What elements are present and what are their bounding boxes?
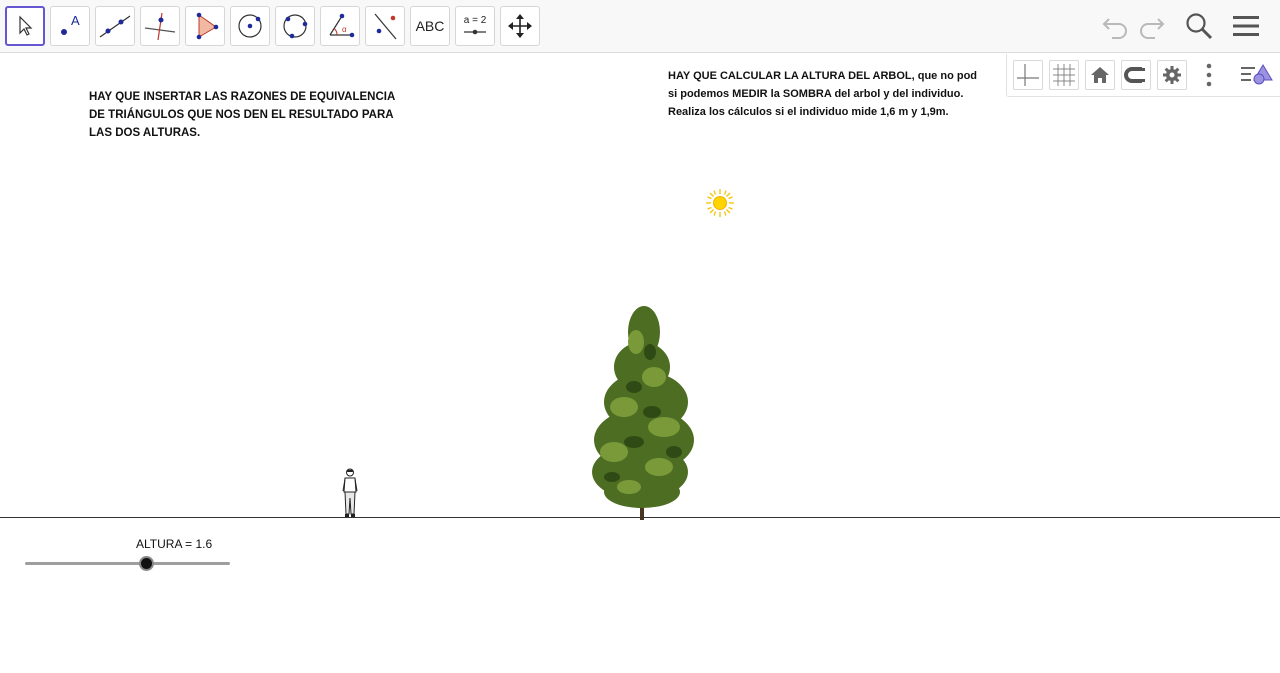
- standard-view-button[interactable]: [1085, 60, 1115, 90]
- perpendicular-line-icon: [144, 12, 176, 41]
- sun-image: [706, 189, 734, 217]
- reflect-tool-button[interactable]: [365, 6, 405, 46]
- text-tool-button[interactable]: ABC: [410, 6, 450, 46]
- undo-button[interactable]: [1098, 9, 1132, 43]
- redo-button[interactable]: [1135, 9, 1169, 43]
- note-right-line: Realiza los cálculos si el individuo mid…: [668, 106, 949, 118]
- note-right-line: HAY QUE CALCULAR LA ALTURA DEL ARBOL, qu…: [668, 70, 978, 82]
- svg-text:α: α: [342, 25, 347, 34]
- grid-icon: [1053, 64, 1075, 86]
- angle-tool-button[interactable]: α: [320, 6, 360, 46]
- more-icon: [1206, 63, 1212, 87]
- note-right-line: si podemos MEDIR la SOMBRA del arbol y d…: [668, 88, 964, 100]
- note-left: HAY QUE INSERTAR LAS RAZONES DE EQUIVALE…: [89, 88, 395, 142]
- polygon-icon: [196, 12, 219, 40]
- more-options-button[interactable]: [1199, 62, 1219, 88]
- cursor-icon: [19, 15, 33, 36]
- toolbar: A α ABC a = 2: [0, 0, 1280, 53]
- note-left-line: LAS DOS ALTURAS.: [89, 127, 201, 139]
- point-icon: A: [61, 13, 80, 35]
- geogebra-app: A α ABC a = 2 HAY QUE INSERTAR LAS RAZON…: [0, 0, 1280, 673]
- snap-icon: [1124, 67, 1145, 83]
- perpendicular-line-tool-button[interactable]: [140, 6, 180, 46]
- line-tool-button[interactable]: [95, 6, 135, 46]
- search-button[interactable]: [1182, 9, 1216, 43]
- note-left-line: DE TRIÁNGULOS QUE NOS DEN EL RESULTADO P…: [89, 109, 394, 121]
- polygon-tool-button[interactable]: [185, 6, 225, 46]
- settings-button[interactable]: [1157, 60, 1187, 90]
- algebra-view-icon: [1241, 64, 1273, 85]
- circle-center-icon: [238, 14, 262, 38]
- slider-icon: a = 2: [464, 15, 487, 35]
- note-left-line: HAY QUE INSERTAR LAS RAZONES DE EQUIVALE…: [89, 91, 396, 103]
- search-icon: [1186, 13, 1213, 40]
- main-menu-button[interactable]: [1229, 9, 1263, 43]
- slider-tool-label: a = 2: [464, 15, 487, 26]
- toggle-grid-button[interactable]: [1049, 60, 1079, 90]
- move-graphics-view-tool-button[interactable]: [500, 6, 540, 46]
- slider-tool-button[interactable]: a = 2: [455, 6, 495, 46]
- style-bar: [1006, 54, 1280, 97]
- reflect-icon: [374, 13, 397, 40]
- altura-slider[interactable]: [25, 556, 230, 571]
- point-tool-button[interactable]: A: [50, 6, 90, 46]
- undo-icon: [1102, 18, 1127, 39]
- move-tool-button[interactable]: [5, 6, 45, 46]
- person-image: [342, 468, 358, 517]
- slider-label: ALTURA = 1.6: [136, 537, 213, 551]
- circle-three-points-tool-button[interactable]: [275, 6, 315, 46]
- circle-three-points-icon: [283, 14, 308, 39]
- tree-image: [592, 306, 694, 520]
- settings-icon: [1163, 66, 1181, 84]
- point-capturing-button[interactable]: [1121, 60, 1151, 90]
- toggle-axes-button[interactable]: [1013, 60, 1043, 90]
- slider-knob[interactable]: [138, 556, 154, 571]
- note-right: HAY QUE CALCULAR LA ALTURA DEL ARBOL, qu…: [668, 67, 977, 121]
- text-tool-label: ABC: [415, 18, 445, 34]
- home-icon: [1091, 67, 1109, 83]
- svg-text:A: A: [71, 13, 80, 28]
- algebra-view-button[interactable]: [1239, 62, 1275, 88]
- move-arrows-icon: [508, 14, 532, 38]
- graphics-view[interactable]: HAY QUE INSERTAR LAS RAZONES DE EQUIVALE…: [0, 54, 1280, 673]
- angle-icon: α: [329, 13, 355, 38]
- ground-line: [0, 517, 1280, 518]
- axes-icon: [1017, 64, 1039, 86]
- line-icon: [99, 15, 131, 38]
- circle-center-point-tool-button[interactable]: [230, 6, 270, 46]
- redo-icon: [1140, 18, 1165, 39]
- menu-icon: [1233, 16, 1259, 36]
